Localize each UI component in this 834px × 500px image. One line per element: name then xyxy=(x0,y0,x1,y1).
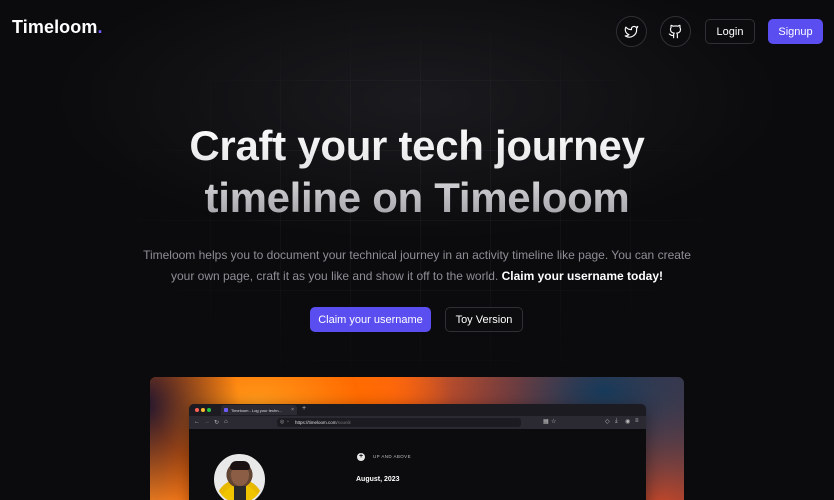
browser-tab: Timeloom - Log your techn... × xyxy=(221,405,297,415)
toy-version-button[interactable]: Toy Version xyxy=(445,307,523,332)
address-bar: ◎ ▫ https://timeloom.com/sounik xyxy=(277,418,521,427)
browser-tab-bar: Timeloom - Log your techn... × + xyxy=(189,404,646,416)
shield-icon: ◎ xyxy=(280,419,285,425)
url-path: /sounik xyxy=(336,420,351,425)
timeline-plus-icon: + xyxy=(357,453,365,461)
hero-subtitle-cta: Claim your username today! xyxy=(501,269,664,283)
back-icon: ← xyxy=(194,419,200,425)
favicon-icon xyxy=(224,408,228,412)
lock-icon: ▫ xyxy=(287,419,289,425)
timeline-month: August, 2023 xyxy=(356,476,400,483)
star-icon: ☆ xyxy=(551,419,557,425)
pocket-icon: ◇ xyxy=(605,419,610,425)
url-domain: https://timeloom.com xyxy=(295,420,337,425)
menu-icon: ≡ xyxy=(635,418,639,424)
login-button[interactable]: Login xyxy=(705,19,755,44)
github-icon xyxy=(668,24,682,39)
github-button[interactable] xyxy=(660,16,691,47)
twitter-icon xyxy=(624,25,639,38)
reload-icon: ↻ xyxy=(214,420,220,426)
hero-title-line-1: Craft your tech journey xyxy=(189,122,645,169)
browser-toolbar: ← → ↻ ⌂ ◎ ▫ https://timeloom.com/sounik … xyxy=(189,416,646,429)
hero-subtitle: Timeloom helps you to document your tech… xyxy=(140,245,694,287)
forward-icon: → xyxy=(204,419,210,425)
download-icon: ⤓ xyxy=(615,418,618,424)
logo-text: Timeloom xyxy=(12,17,98,37)
new-tab-icon: + xyxy=(302,405,307,412)
avatar-hair xyxy=(230,461,250,470)
landing-page: Timeloom. Login Signup Craft your tech j… xyxy=(0,0,834,500)
tab-close-icon: × xyxy=(291,407,294,413)
browser-content: + UP AND ABOVE August, 2023 xyxy=(189,429,646,500)
profile-avatar xyxy=(214,454,265,500)
twitter-button[interactable] xyxy=(616,16,647,47)
timeline-label: UP AND ABOVE xyxy=(373,454,411,459)
product-preview: Timeloom - Log your techn... × + ← → ↻ ⌂… xyxy=(150,377,684,500)
hero-title-line-2: timeline on Timeloom xyxy=(204,174,630,221)
close-dot-icon xyxy=(195,408,199,412)
logo-dot: . xyxy=(97,17,103,37)
browser-window: Timeloom - Log your techn... × + ← → ↻ ⌂… xyxy=(189,404,646,500)
minimize-dot-icon xyxy=(201,408,205,412)
claim-username-button[interactable]: Claim your username xyxy=(310,307,431,332)
maximize-dot-icon xyxy=(207,408,211,412)
logo[interactable]: Timeloom. xyxy=(12,17,103,38)
browser-tab-title: Timeloom - Log your techn... xyxy=(231,407,282,413)
account-icon: ◉ xyxy=(625,419,631,425)
extensions-icon: ▦ xyxy=(543,419,549,425)
signup-button[interactable]: Signup xyxy=(768,19,823,44)
avatar-shirt-detail xyxy=(234,486,246,500)
home-icon: ⌂ xyxy=(224,419,228,425)
hero-title: Craft your tech journey timeline on Time… xyxy=(0,120,834,224)
